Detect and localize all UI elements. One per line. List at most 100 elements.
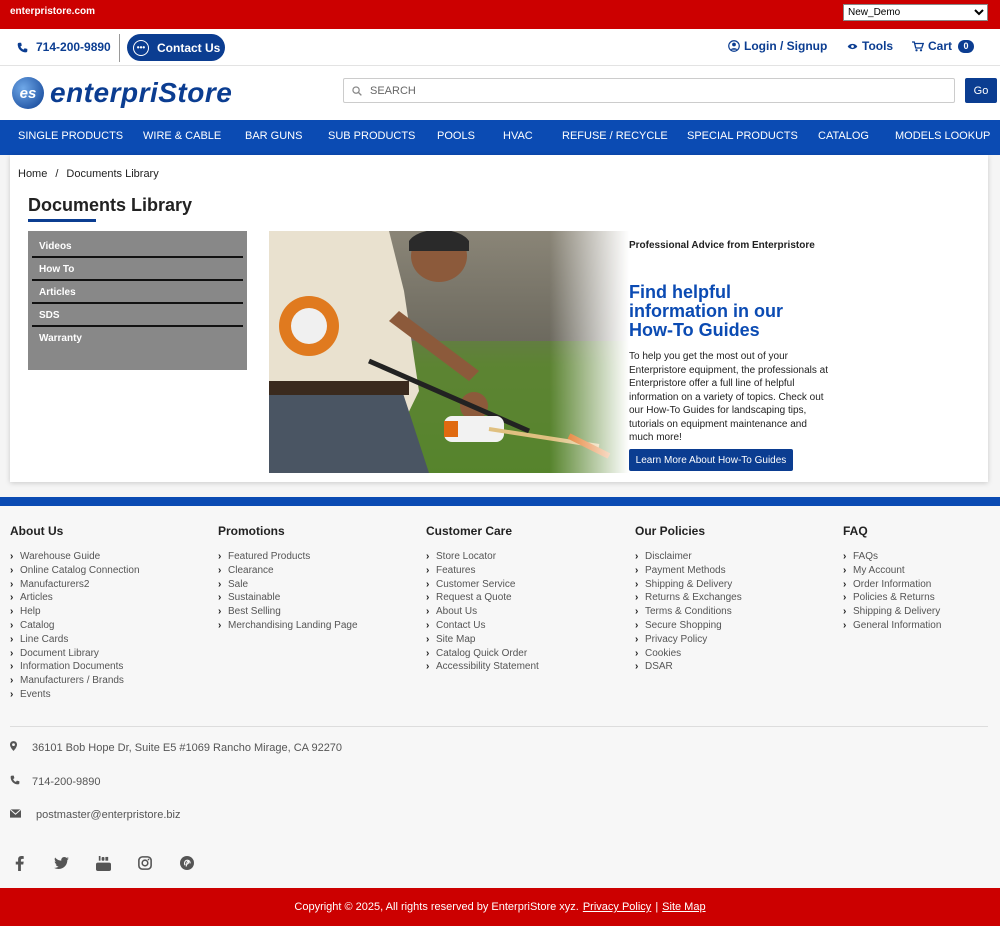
- chevron-right-icon: ›: [10, 578, 14, 590]
- footer-link[interactable]: › Contact Us: [426, 619, 539, 633]
- nav-pools[interactable]: POOLS: [437, 130, 475, 142]
- youtube-icon[interactable]: [94, 854, 112, 872]
- search-go-button[interactable]: Go: [965, 78, 997, 103]
- chevron-right-icon: ›: [10, 661, 14, 673]
- facebook-icon[interactable]: [10, 854, 28, 872]
- nav-catalog[interactable]: CATALOG: [818, 130, 869, 142]
- footer-link[interactable]: › General Information: [843, 619, 941, 633]
- footer-link[interactable]: › Returns & Exchanges: [635, 591, 742, 605]
- site-map-link[interactable]: Site Map: [662, 901, 705, 913]
- nav-special-products[interactable]: SPECIAL PRODUCTS: [687, 130, 798, 142]
- footer-link[interactable]: › Customer Service: [426, 578, 539, 592]
- footer-link[interactable]: › Merchandising Landing Page: [218, 619, 358, 633]
- footer-link[interactable]: › About Us: [426, 605, 539, 619]
- footer-link-label: Site Map: [436, 633, 476, 645]
- contact-us-button[interactable]: ••• Contact Us: [127, 34, 225, 61]
- footer-link[interactable]: › Help: [10, 605, 140, 619]
- nav-single-products[interactable]: SINGLE PRODUCTS: [18, 130, 123, 142]
- footer-link-label: Request a Quote: [436, 592, 512, 604]
- footer-link[interactable]: › FAQs: [843, 550, 941, 564]
- footer-link[interactable]: › Information Documents: [10, 660, 140, 674]
- footer-link[interactable]: › Shipping & Delivery: [843, 605, 941, 619]
- footer-link[interactable]: › Secure Shopping: [635, 619, 742, 633]
- nav-wire-cable[interactable]: WIRE & CABLE: [143, 130, 221, 142]
- menu-item-articles[interactable]: Articles: [32, 281, 243, 304]
- footer-link[interactable]: › Features: [426, 564, 539, 578]
- site-domain[interactable]: enterpristore.com: [10, 6, 95, 17]
- footer-link[interactable]: › Manufacturers / Brands: [10, 674, 140, 688]
- nav-bar-guns[interactable]: BAR GUNS: [245, 130, 302, 142]
- privacy-policy-link[interactable]: Privacy Policy: [583, 901, 651, 913]
- header-phone[interactable]: 714-200-9890: [17, 40, 111, 54]
- pinterest-icon[interactable]: [178, 854, 196, 872]
- footer-link[interactable]: › Accessibility Statement: [426, 660, 539, 674]
- nav-hvac[interactable]: HVAC: [503, 130, 533, 142]
- footer-link-label: Policies & Returns: [853, 592, 935, 604]
- nav-models-lookup[interactable]: MODELS LOOKUP: [895, 130, 990, 142]
- footer-link[interactable]: › Best Selling: [218, 605, 358, 619]
- footer-divider: [10, 726, 988, 727]
- footer-link[interactable]: › Shipping & Delivery: [635, 578, 742, 592]
- footer-link[interactable]: › Document Library: [10, 647, 140, 661]
- nav-sub-products[interactable]: SUB PRODUCTS: [328, 130, 415, 142]
- menu-item-warranty[interactable]: Warranty: [32, 327, 243, 350]
- footer-link[interactable]: › Policies & Returns: [843, 591, 941, 605]
- footer-link[interactable]: › Cookies: [635, 647, 742, 661]
- instagram-icon[interactable]: [136, 854, 154, 872]
- store-select[interactable]: New_Demo: [843, 4, 988, 21]
- chevron-right-icon: ›: [218, 592, 222, 604]
- learn-more-button[interactable]: Learn More About How-To Guides: [629, 449, 793, 471]
- footer-link[interactable]: › Manufacturers2: [10, 578, 140, 592]
- chevron-right-icon: ›: [426, 592, 430, 604]
- footer-link[interactable]: › Articles: [10, 591, 140, 605]
- footer-link[interactable]: › Payment Methods: [635, 564, 742, 578]
- footer-link-label: Manufacturers2: [20, 578, 90, 590]
- footer-link[interactable]: › Store Locator: [426, 550, 539, 564]
- login-signup-link[interactable]: Login / Signup: [728, 39, 827, 53]
- footer-link[interactable]: › Clearance: [218, 564, 358, 578]
- promo-body: To help you get the most out of your Ent…: [629, 351, 828, 443]
- nav-refuse-recycle[interactable]: REFUSE / RECYCLE: [562, 130, 668, 142]
- chevron-right-icon: ›: [218, 564, 222, 576]
- footer-link[interactable]: › Line Cards: [10, 633, 140, 647]
- chevron-right-icon: ›: [218, 619, 222, 631]
- footer-link[interactable]: › Events: [10, 688, 140, 702]
- document-categories-menu: Videos How To Articles SDS Warranty: [28, 231, 247, 370]
- footer-link[interactable]: › Sustainable: [218, 591, 358, 605]
- search-input[interactable]: [370, 84, 930, 97]
- footer-link[interactable]: › Privacy Policy: [635, 633, 742, 647]
- tools-link[interactable]: Tools: [847, 39, 893, 53]
- cart-icon: [912, 40, 924, 51]
- menu-item-how-to[interactable]: How To: [32, 258, 243, 281]
- title-underline: [28, 219, 96, 222]
- footer-link[interactable]: › My Account: [843, 564, 941, 578]
- menu-item-sds[interactable]: SDS: [32, 304, 243, 327]
- chevron-right-icon: ›: [843, 606, 847, 618]
- site-logo[interactable]: es enterpriStore: [12, 77, 232, 109]
- footer-link[interactable]: › DSAR: [635, 660, 742, 674]
- footer-link[interactable]: › Request a Quote: [426, 591, 539, 605]
- breadcrumb-home[interactable]: Home: [18, 168, 47, 180]
- footer-link[interactable]: › Terms & Conditions: [635, 605, 742, 619]
- footer-link[interactable]: › Disclaimer: [635, 550, 742, 564]
- footer-link[interactable]: › Order Information: [843, 578, 941, 592]
- twitter-icon[interactable]: [52, 854, 70, 872]
- footer-link[interactable]: › Sale: [218, 578, 358, 592]
- footer-link-label: About Us: [436, 606, 478, 618]
- footer-address-text: 36101 Bob Hope Dr, Suite E5 #1069 Rancho…: [32, 741, 343, 754]
- footer-link-label: Manufacturers / Brands: [20, 675, 124, 687]
- footer-link[interactable]: › Site Map: [426, 633, 539, 647]
- footer-phone[interactable]: 714-200-9890: [10, 775, 101, 788]
- chevron-right-icon: ›: [10, 675, 14, 687]
- cart-link[interactable]: Cart 0: [912, 39, 975, 53]
- menu-item-videos[interactable]: Videos: [32, 235, 243, 258]
- chevron-right-icon: ›: [426, 564, 430, 576]
- footer-link[interactable]: › Catalog Quick Order: [426, 647, 539, 661]
- footer-link-label: Online Catalog Connection: [20, 564, 140, 576]
- chevron-right-icon: ›: [10, 592, 14, 604]
- footer-link[interactable]: › Warehouse Guide: [10, 550, 140, 564]
- footer-link[interactable]: › Catalog: [10, 619, 140, 633]
- footer-email[interactable]: postmaster@enterpristore.biz: [9, 808, 180, 821]
- footer-link[interactable]: › Online Catalog Connection: [10, 564, 140, 578]
- footer-link[interactable]: › Featured Products: [218, 550, 358, 564]
